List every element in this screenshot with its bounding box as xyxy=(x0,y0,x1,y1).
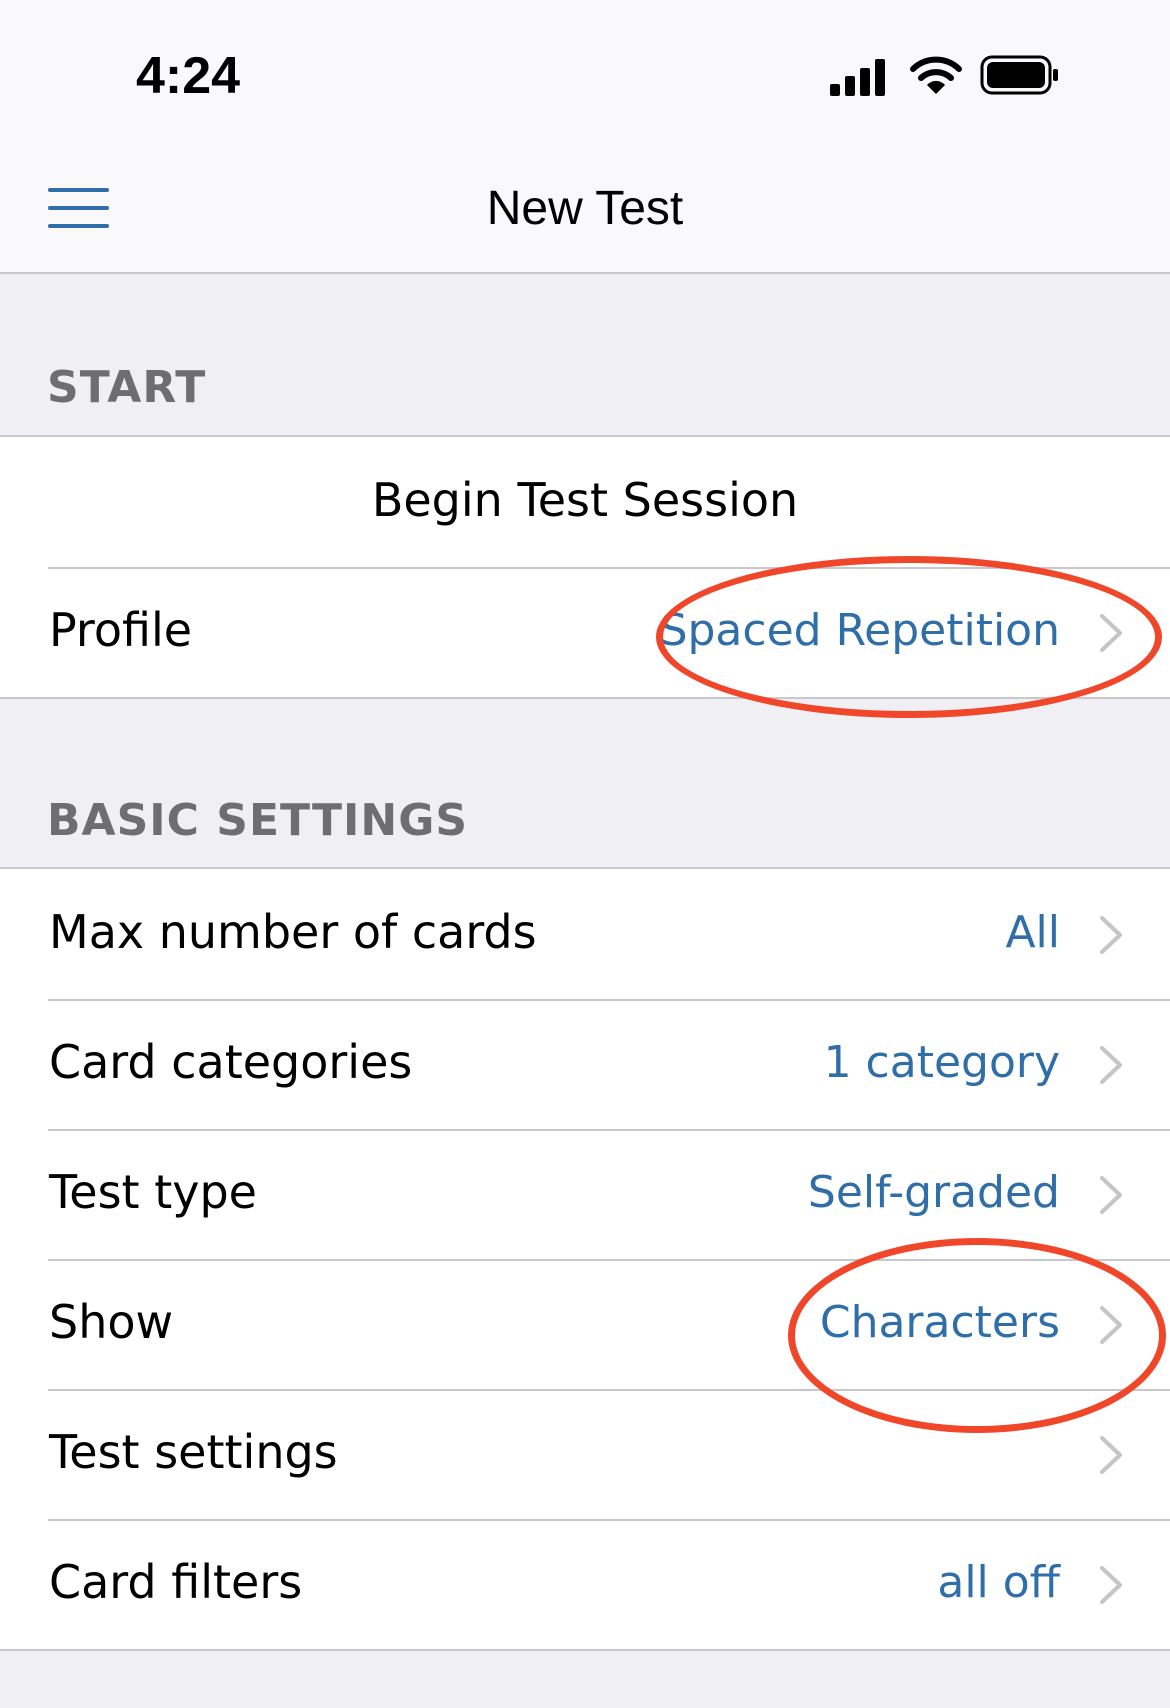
profile-row[interactable]: Profile Spaced Repetition xyxy=(0,567,1170,697)
status-bar: 4:24 xyxy=(0,0,1170,145)
chevron-right-icon xyxy=(1100,1306,1122,1344)
wifi-icon xyxy=(910,56,962,94)
chevron-right-icon xyxy=(1100,1176,1122,1214)
section-header-basic-settings: BASIC SETTINGS xyxy=(47,795,469,846)
card-categories-row[interactable]: Card categories 1 category xyxy=(0,999,1170,1129)
battery-icon xyxy=(980,55,1058,95)
row-value: 1 category xyxy=(823,1037,1060,1088)
profile-label: Profile xyxy=(49,603,193,657)
show-row[interactable]: Show Characters xyxy=(0,1259,1170,1389)
chevron-right-icon xyxy=(1100,916,1122,954)
row-label: Show xyxy=(49,1295,174,1349)
chevron-right-icon xyxy=(1100,614,1122,652)
start-group: Begin Test Session Profile Spaced Repeti… xyxy=(0,435,1170,699)
section-header-start: START xyxy=(47,362,207,413)
begin-test-session-label: Begin Test Session xyxy=(371,473,799,527)
row-label: Max number of cards xyxy=(49,905,537,959)
test-type-row[interactable]: Test type Self-graded xyxy=(0,1129,1170,1259)
begin-test-session-button[interactable]: Begin Test Session xyxy=(0,437,1170,567)
cellular-signal-icon xyxy=(830,59,885,96)
max-number-of-cards-row[interactable]: Max number of cards All xyxy=(0,869,1170,999)
page-title: New Test xyxy=(486,182,684,235)
row-label: Test settings xyxy=(49,1425,338,1479)
row-value: Characters xyxy=(819,1297,1060,1348)
status-icons xyxy=(830,54,1090,100)
navigation-bar: New Test xyxy=(0,145,1170,274)
row-value: all off xyxy=(937,1557,1060,1608)
test-settings-row[interactable]: Test settings xyxy=(0,1389,1170,1519)
chevron-right-icon xyxy=(1100,1566,1122,1604)
row-value: All xyxy=(1005,907,1060,958)
profile-value: Spaced Repetition xyxy=(659,605,1060,656)
row-label: Card categories xyxy=(49,1035,413,1089)
chevron-right-icon xyxy=(1100,1436,1122,1474)
row-value: Self-graded xyxy=(807,1167,1060,1218)
chevron-right-icon xyxy=(1100,1046,1122,1084)
row-label: Test type xyxy=(49,1165,257,1219)
status-time: 4:24 xyxy=(136,47,241,105)
card-filters-row[interactable]: Card filters all off xyxy=(0,1519,1170,1649)
row-label: Card filters xyxy=(49,1555,303,1609)
basic-settings-group: Max number of cards All Card categories … xyxy=(0,867,1170,1651)
